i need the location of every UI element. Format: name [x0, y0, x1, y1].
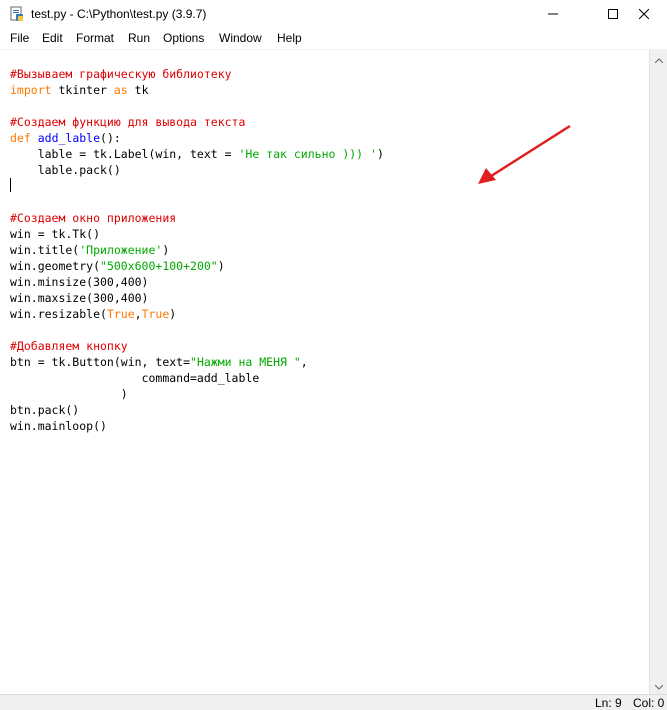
minimize-icon [548, 6, 558, 24]
code-token: #Вызываем графическую библиотеку [10, 67, 232, 81]
code-line[interactable]: win.minsize(300,400) [10, 274, 384, 290]
chevron-up-icon [654, 50, 663, 68]
code-token: as [113, 83, 128, 97]
status-bar: Ln: 9 Col: 0 [0, 694, 667, 710]
code-token: , [300, 355, 308, 369]
close-icon [638, 6, 650, 24]
window-title: test.py - C:\Python\test.py (3.9.7) [31, 7, 207, 21]
code-token: "500x600+100+200" [100, 259, 218, 273]
status-line-number: Ln: 9 [595, 696, 622, 710]
code-token: #Создаем окно приложения [10, 211, 177, 225]
minimize-button[interactable] [530, 0, 576, 29]
code-token: (): [100, 131, 121, 145]
code-token: win.maxsize(300,400) [10, 291, 149, 305]
code-token: lable.pack() [10, 163, 121, 177]
code-line[interactable]: win.title('Приложение') [10, 242, 384, 258]
text-cursor [10, 178, 11, 192]
python-file-icon [9, 6, 25, 22]
code-token: win.geometry( [10, 259, 101, 273]
code-line[interactable] [10, 178, 384, 194]
code-line[interactable]: #Вызываем графическую библиотеку [10, 66, 384, 82]
vertical-scrollbar[interactable] [650, 50, 667, 694]
title-bar[interactable]: test.py - C:\Python\test.py (3.9.7) [0, 0, 667, 29]
code-line[interactable]: win.maxsize(300,400) [10, 290, 384, 306]
code-line[interactable]: ) [10, 386, 384, 402]
code-line[interactable]: command=add_lable [10, 370, 384, 386]
menu-run[interactable]: Run [128, 31, 150, 45]
code-token: , [134, 307, 142, 321]
menu-file[interactable]: File [10, 31, 29, 45]
code-token: tk [127, 83, 149, 97]
code-token: btn = tk.Button(win, text= [10, 355, 191, 369]
code-line[interactable]: lable.pack() [10, 162, 384, 178]
menu-bar: File Edit Format Run Options Window Help [0, 29, 667, 50]
code-text[interactable]: #Вызываем графическую библиотеку import t… [10, 66, 384, 434]
code-token: win.minsize(300,400) [10, 275, 149, 289]
code-line[interactable]: lable = tk.Label(win, text = 'Не так сил… [10, 146, 384, 162]
code-line[interactable] [10, 194, 384, 210]
code-token: btn.pack() [10, 403, 80, 417]
code-token: True [141, 307, 170, 321]
code-token: ) [169, 307, 177, 321]
menu-format[interactable]: Format [76, 31, 114, 45]
code-line[interactable]: win.mainloop() [10, 418, 384, 434]
idle-editor-window: test.py - C:\Python\test.py (3.9.7) File… [0, 0, 667, 710]
code-token: win = tk.Tk() [10, 227, 101, 241]
code-token: #Добавляем кнопку [10, 339, 128, 353]
code-token: "Нажми на МЕНЯ " [190, 355, 301, 369]
code-token: add_lable [37, 131, 101, 145]
code-line[interactable]: btn = tk.Button(win, text="Нажми на МЕНЯ… [10, 354, 384, 370]
code-line[interactable] [10, 98, 384, 114]
code-line[interactable]: win.geometry("500x600+100+200") [10, 258, 384, 274]
maximize-icon [608, 6, 618, 24]
scroll-down-button[interactable] [650, 677, 667, 694]
code-line[interactable]: btn.pack() [10, 402, 384, 418]
code-token: 'Не так сильно ))) ' [238, 147, 377, 161]
code-line[interactable]: #Добавляем кнопку [10, 338, 384, 354]
status-column-number: Col: 0 [633, 696, 665, 710]
code-token: 'Приложение' [79, 243, 163, 257]
menu-window[interactable]: Window [219, 31, 262, 45]
annotation-arrow [478, 124, 571, 184]
code-token: ) [376, 147, 384, 161]
code-token: tkinter [51, 83, 114, 97]
code-token: import [10, 83, 52, 97]
code-line[interactable]: #Создаем функцию для вывода текста [10, 114, 384, 130]
code-line[interactable]: def add_lable(): [10, 130, 384, 146]
code-token: win.mainloop() [10, 419, 107, 433]
scroll-up-button[interactable] [650, 50, 667, 67]
menu-options[interactable]: Options [163, 31, 204, 45]
code-line[interactable] [10, 322, 384, 338]
code-token: ) [217, 259, 225, 273]
close-button[interactable] [621, 0, 667, 29]
chevron-down-icon [654, 677, 663, 695]
code-token: ) [10, 387, 128, 401]
menu-edit[interactable]: Edit [42, 31, 63, 45]
code-token: #Создаем функцию для вывода текста [10, 115, 246, 129]
code-token: True [106, 307, 135, 321]
code-line[interactable]: import tkinter as tk [10, 82, 384, 98]
code-line[interactable]: win = tk.Tk() [10, 226, 384, 242]
code-token: win.title( [10, 243, 80, 257]
code-line[interactable]: #Создаем окно приложения [10, 210, 384, 226]
menu-help[interactable]: Help [277, 31, 302, 45]
code-token: ) [162, 243, 170, 257]
code-token: command=add_lable [10, 371, 260, 385]
code-token: lable = tk.Label(win, text = [10, 147, 239, 161]
code-token: win.resizable( [10, 307, 107, 321]
code-token: def [10, 131, 31, 145]
code-line[interactable]: win.resizable(True,True) [10, 306, 384, 322]
